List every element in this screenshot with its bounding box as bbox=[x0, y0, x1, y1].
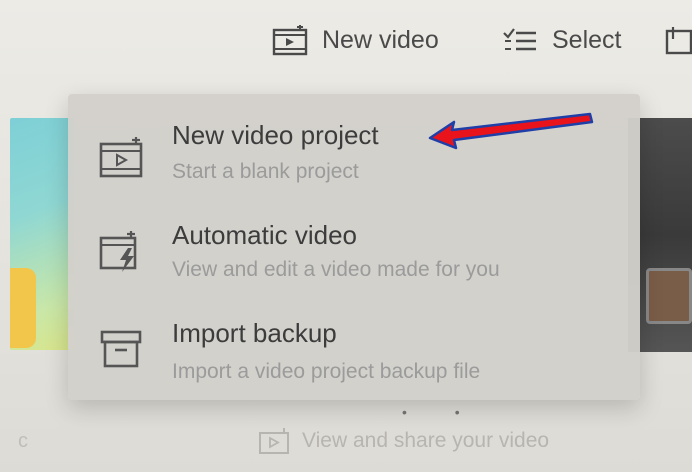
menu-item-subtitle: View and edit a video made for you bbox=[172, 258, 500, 281]
toolbar: New video Select bbox=[0, 0, 692, 86]
menu-item-title: Automatic video bbox=[172, 220, 357, 250]
menu-item-subtitle: Start a blank project bbox=[172, 160, 359, 183]
video-project-icon bbox=[99, 137, 143, 178]
pager-dots: • • bbox=[402, 404, 482, 420]
video-thumbnail-left[interactable] bbox=[10, 118, 74, 350]
menu-item-title: New video project bbox=[172, 120, 379, 150]
menu-item-automatic-video[interactable]: Automatic video View and edit a video ma… bbox=[68, 214, 640, 310]
automatic-video-icon bbox=[99, 231, 137, 272]
menu-item-subtitle: Import a video project backup file bbox=[172, 360, 481, 383]
menu-item-import-backup[interactable]: Import backup Import a video project bac… bbox=[68, 314, 640, 410]
thumbnail-screen bbox=[646, 268, 692, 324]
view-share-hint[interactable]: View and share your video bbox=[258, 424, 549, 458]
archive-box-icon bbox=[100, 330, 142, 368]
film-icon bbox=[272, 25, 308, 56]
new-video-button[interactable]: New video bbox=[272, 18, 439, 62]
overflow-toolbar-button[interactable] bbox=[664, 18, 692, 62]
arrow-shape bbox=[428, 112, 594, 150]
import-icon bbox=[665, 27, 692, 55]
bottom-left-fragment: c bbox=[18, 430, 28, 452]
annotation-arrow bbox=[428, 112, 594, 150]
select-button[interactable]: Select bbox=[502, 18, 621, 62]
checklist-icon bbox=[503, 28, 536, 51]
new-video-label: New video bbox=[322, 25, 439, 54]
film-icon bbox=[259, 428, 289, 454]
view-share-label: View and share your video bbox=[302, 429, 550, 452]
menu-item-title: Import backup bbox=[172, 318, 337, 348]
thumbnail-shape bbox=[10, 268, 36, 348]
select-label: Select bbox=[552, 25, 622, 54]
